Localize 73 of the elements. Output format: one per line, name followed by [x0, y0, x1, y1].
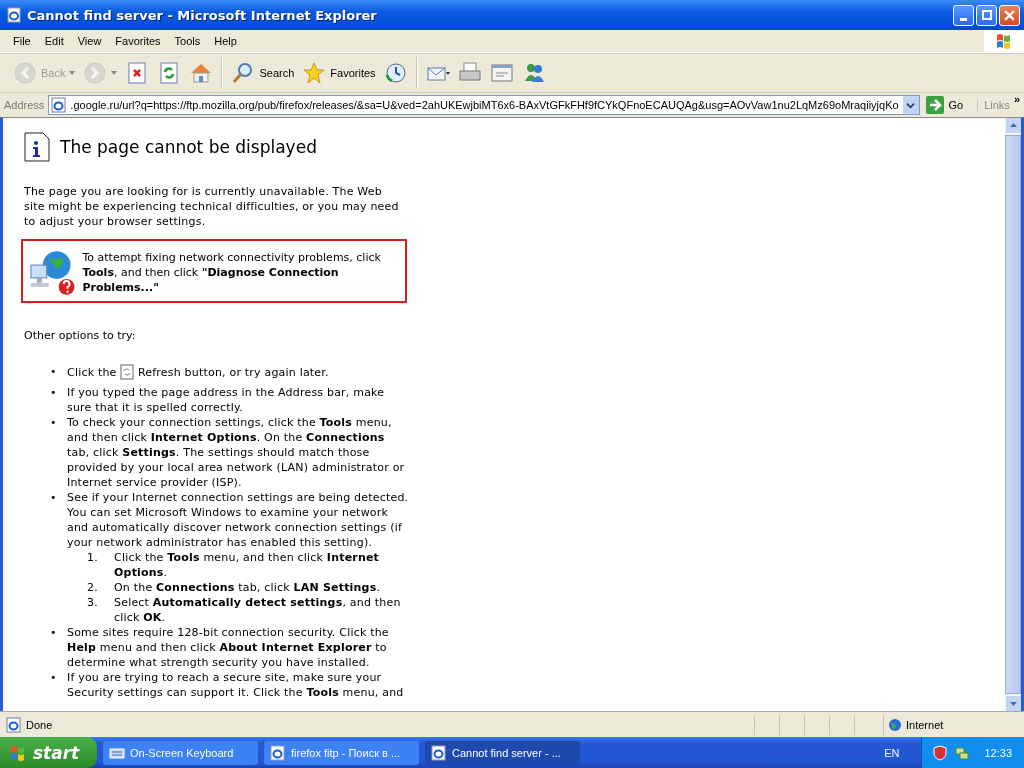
taskbar-button[interactable]: On-Screen Keyboard: [103, 740, 258, 765]
bullet: •: [50, 364, 58, 380]
step-number: 2.: [87, 580, 99, 595]
address-field[interactable]: .google.ru/url?q=https://ftp.mozilla.org/pub/firefox/releases/&sa=U&ved=2ahUKEwjbiMT6x6-BAxVtGFkFHf9fCYkQFnoECAUQAg&usg=AOvVaw1nu2LqMz69oMraqiiyjqKo: [48, 95, 920, 115]
go-button[interactable]: Go: [923, 96, 974, 114]
step-number: 3.: [87, 595, 99, 611]
menu-item[interactable]: Help: [207, 35, 244, 47]
info-icon: [24, 132, 50, 162]
history-icon: [383, 61, 408, 85]
favorites-button[interactable]: Favorites: [299, 59, 379, 87]
window-title: Cannot find server - Microsoft Internet Explorer: [27, 7, 378, 23]
taskbar-button[interactable]: firefox fitp - Поиск в ...: [264, 740, 419, 765]
maximize-button[interactable]: [976, 4, 997, 26]
option-text: Click the: [67, 366, 117, 379]
option-text: Some sites require 128-bit connection security. Click the Help menu and then click About Internet Explorer to determine what strength security you have installed.: [67, 626, 389, 669]
scroll-down-icon[interactable]: [1005, 696, 1021, 711]
network-icon[interactable]: [954, 744, 971, 761]
step-text: Select Automatically detect settings, and then click OK.: [114, 595, 402, 625]
maximize-icon: [981, 10, 992, 20]
option-text: If you are trying to reach a secure site, make sure your Security settings can support it. Click the Tools menu, and: [67, 671, 404, 699]
menu-item[interactable]: File: [6, 35, 38, 47]
option-text: If you typed the page address in the Address bar, make sure that it is spelled correctly.: [67, 386, 385, 414]
favorites-icon: [302, 61, 327, 85]
forward-icon: [83, 61, 108, 85]
taskbar-button[interactable]: Cannot find server - ...: [425, 740, 580, 765]
bullet: •: [50, 625, 58, 641]
start-button[interactable]: start: [0, 737, 97, 768]
globe-icon: [888, 717, 902, 732]
language-indicator[interactable]: EN: [884, 746, 900, 759]
intro-text: The page you are looking for is currently unavailable. The Web site might be experiencing technical difficulties, or you may need to adjust your browser settings.: [24, 184, 400, 229]
scroll-up-icon[interactable]: [1005, 118, 1021, 133]
bullet: •: [50, 490, 58, 506]
shield-icon[interactable]: [932, 744, 949, 761]
vertical-scrollbar[interactable]: [1005, 118, 1021, 711]
back-icon: [13, 61, 37, 85]
chevron-icon[interactable]: »: [1013, 93, 1020, 105]
option-text: Refresh button, or try again later.: [137, 366, 329, 379]
close-icon: [1004, 9, 1015, 21]
step-number: 1.: [87, 550, 99, 566]
options-heading: Other options to try:: [24, 329, 137, 342]
arrow-right-icon: [925, 96, 944, 114]
menu-item[interactable]: Tools: [167, 35, 208, 47]
edit-icon: [489, 61, 514, 85]
dropdown-button[interactable]: [902, 96, 919, 114]
status-text: Done: [26, 718, 54, 731]
refresh-icon: [120, 364, 135, 380]
bullet: •: [50, 415, 58, 431]
caret-icon: [69, 71, 76, 75]
menu-item[interactable]: View: [70, 35, 109, 47]
bullet: •: [50, 385, 58, 401]
caret-icon: [906, 100, 915, 110]
caret-icon: [111, 71, 118, 75]
clock: 12:33: [984, 746, 1012, 759]
option-text: To check your connection settings, click the Tools menu, and then click Internet Options. On the Connections tab, click Settings. The settings should match those provided by your local area network (LAN) administrator or Internet service provider (ISP).: [67, 416, 405, 489]
page-icon: [6, 7, 22, 23]
step-text: Click the Tools menu, and then click Internet Options.: [114, 550, 381, 580]
menu-item[interactable]: Edit: [37, 35, 71, 47]
page-icon: [431, 744, 447, 761]
page-icon: [270, 744, 286, 761]
address-label: Address: [4, 99, 45, 111]
search-button[interactable]: Search: [228, 59, 298, 87]
minimize-button[interactable]: [953, 4, 974, 26]
option-text: See if your Internet connection settings are being detected. You can set Microsoft Windows to examine your network and automatically discover network connection settings (if your network administrator has enabled this setting).: [67, 491, 409, 549]
zone-text: Internet: [906, 718, 944, 731]
minimize-icon: [960, 17, 967, 21]
close-button[interactable]: [999, 4, 1020, 26]
page-heading: The page cannot be displayed: [60, 137, 317, 157]
help-text: To attempt fixing network connectivity problems, click Tools, and then click "Diagnose Connection Problems...": [82, 250, 382, 296]
step-text: On the Connections tab, click LAN Settings.: [114, 580, 381, 595]
page-icon: [51, 97, 68, 113]
bullet: •: [50, 670, 58, 686]
page-icon: [6, 716, 22, 733]
menu-item[interactable]: Favorites: [108, 35, 168, 47]
